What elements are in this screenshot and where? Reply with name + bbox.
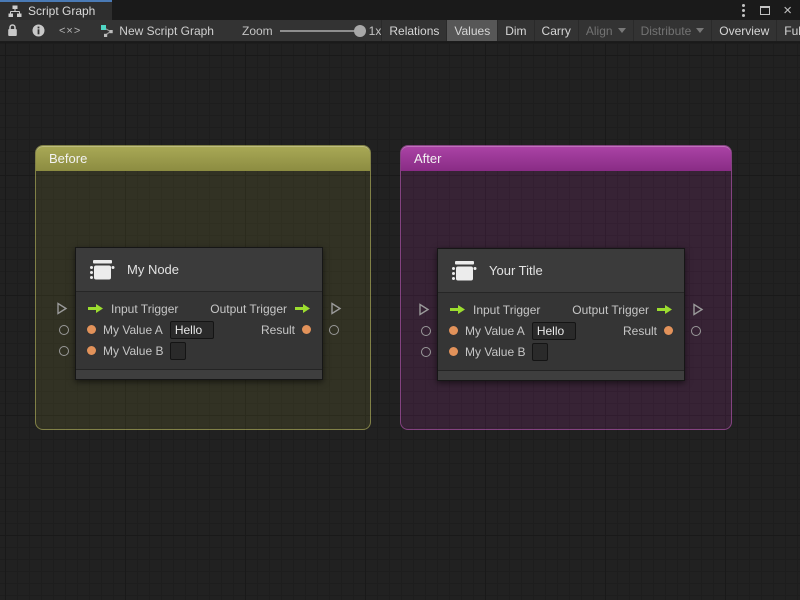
port-output-trigger[interactable]: Output Trigger bbox=[210, 302, 311, 316]
port-output-trigger[interactable]: Output Trigger bbox=[572, 303, 673, 317]
node-header[interactable]: Your Title bbox=[438, 249, 684, 293]
port-label: My Value B bbox=[465, 345, 525, 359]
value-a-input[interactable] bbox=[170, 321, 214, 339]
canvas-trigger-port-icon[interactable] bbox=[418, 303, 430, 316]
chevron-down-icon bbox=[696, 28, 704, 33]
zoom-slider-handle[interactable] bbox=[354, 25, 366, 37]
node-box[interactable]: Your Title Input Trigger Output Trigger bbox=[437, 248, 685, 381]
node-ports: Input Trigger Output Trigger My Valu bbox=[438, 293, 684, 370]
canvas-value-port-icon[interactable] bbox=[59, 325, 69, 335]
port-my-value-b[interactable]: My Value B bbox=[449, 343, 548, 361]
info-icon bbox=[32, 24, 45, 37]
dim-button[interactable]: Dim bbox=[497, 20, 533, 41]
graph-hierarchy-icon bbox=[8, 5, 22, 18]
script-graph-window: Script Graph × <×> bbox=[0, 0, 800, 600]
graph-canvas[interactable]: Before After My Nod bbox=[0, 43, 800, 600]
node-header[interactable]: My Node bbox=[76, 248, 322, 292]
tab-bar: Script Graph × bbox=[0, 0, 800, 20]
value-port-icon bbox=[87, 346, 96, 355]
port-label: Input Trigger bbox=[111, 302, 178, 316]
align-dropdown[interactable]: Align bbox=[578, 20, 633, 41]
window-controls: × bbox=[740, 0, 792, 20]
trigger-arrow-icon bbox=[87, 303, 104, 314]
value-port-icon bbox=[87, 325, 96, 334]
canvas-trigger-port-icon[interactable] bbox=[56, 302, 68, 315]
relations-button[interactable]: Relations bbox=[381, 20, 446, 41]
node-your-title[interactable]: Your Title Input Trigger Output Trigger bbox=[437, 248, 685, 381]
info-button[interactable] bbox=[25, 20, 52, 41]
unit-node-icon bbox=[88, 258, 116, 282]
port-label: Output Trigger bbox=[210, 302, 287, 316]
maximize-icon[interactable] bbox=[760, 6, 770, 15]
port-result[interactable]: Result bbox=[261, 323, 311, 337]
script-graph-icon bbox=[100, 24, 114, 38]
value-port-icon bbox=[449, 326, 458, 335]
tab-title: Script Graph bbox=[28, 4, 95, 18]
canvas-value-port-icon[interactable] bbox=[59, 346, 69, 356]
node-title: Your Title bbox=[489, 263, 543, 278]
graph-breadcrumb[interactable]: New Script Graph bbox=[100, 20, 214, 41]
canvas-value-port-icon[interactable] bbox=[329, 325, 339, 335]
tab-script-graph[interactable]: Script Graph bbox=[0, 0, 112, 20]
port-label: My Value B bbox=[103, 344, 163, 358]
align-label: Align bbox=[586, 24, 613, 38]
port-label: Input Trigger bbox=[473, 303, 540, 317]
port-input-trigger[interactable]: Input Trigger bbox=[449, 303, 540, 317]
node-my-node[interactable]: My Node Input Trigger Output Trigger bbox=[75, 247, 323, 380]
lock-button[interactable] bbox=[0, 20, 25, 41]
canvas-trigger-port-icon[interactable] bbox=[330, 302, 342, 315]
trigger-arrow-icon bbox=[656, 304, 673, 315]
value-port-icon bbox=[302, 325, 311, 334]
trigger-arrow-icon bbox=[294, 303, 311, 314]
lock-icon bbox=[7, 24, 18, 37]
value-port-icon bbox=[664, 326, 673, 335]
group-before-header[interactable]: Before bbox=[36, 146, 370, 171]
values-button[interactable]: Values bbox=[446, 20, 497, 41]
canvas-value-port-icon[interactable] bbox=[421, 326, 431, 336]
trigger-arrow-icon bbox=[449, 304, 466, 315]
group-title: After bbox=[414, 151, 441, 166]
group-title: Before bbox=[49, 151, 87, 166]
canvas-value-port-icon[interactable] bbox=[421, 347, 431, 357]
port-input-trigger[interactable]: Input Trigger bbox=[87, 302, 178, 316]
overview-button[interactable]: Overview bbox=[711, 20, 776, 41]
unit-node-icon bbox=[450, 259, 478, 283]
port-label: My Value A bbox=[103, 323, 163, 337]
node-title: My Node bbox=[127, 262, 179, 277]
zoom-slider[interactable] bbox=[280, 30, 362, 32]
group-after-header[interactable]: After bbox=[401, 146, 731, 171]
port-my-value-a[interactable]: My Value A bbox=[87, 321, 214, 339]
toolbar-toggles: Relations Values Dim Carry Align Distrib… bbox=[381, 20, 800, 41]
port-label: Result bbox=[261, 323, 295, 337]
zoom-control: Zoom 1x bbox=[242, 20, 381, 41]
chevron-down-icon bbox=[618, 28, 626, 33]
port-my-value-a[interactable]: My Value A bbox=[449, 322, 576, 340]
graph-name: New Script Graph bbox=[119, 24, 214, 38]
distribute-dropdown[interactable]: Distribute bbox=[633, 20, 712, 41]
graph-toolbar: <×> New Script Graph Zoom 1x Relations V… bbox=[0, 20, 800, 42]
port-my-value-b[interactable]: My Value B bbox=[87, 342, 186, 360]
node-ports: Input Trigger Output Trigger My Valu bbox=[76, 292, 322, 369]
value-b-input[interactable] bbox=[532, 343, 548, 361]
kebab-menu-icon[interactable] bbox=[742, 9, 745, 12]
port-label: My Value A bbox=[465, 324, 525, 338]
node-footer bbox=[438, 370, 684, 380]
canvas-value-port-icon[interactable] bbox=[691, 326, 701, 336]
code-view-button[interactable]: <×> bbox=[52, 20, 88, 41]
carry-button[interactable]: Carry bbox=[534, 20, 578, 41]
value-port-icon bbox=[449, 347, 458, 356]
distribute-label: Distribute bbox=[641, 24, 692, 38]
value-b-input[interactable] bbox=[170, 342, 186, 360]
zoom-label: Zoom bbox=[242, 24, 273, 38]
value-a-input[interactable] bbox=[532, 322, 576, 340]
fullscreen-button[interactable]: Full Scr bbox=[776, 20, 800, 41]
port-label: Output Trigger bbox=[572, 303, 649, 317]
port-label: Result bbox=[623, 324, 657, 338]
close-icon[interactable]: × bbox=[783, 3, 792, 18]
canvas-trigger-port-icon[interactable] bbox=[692, 303, 704, 316]
node-footer bbox=[76, 369, 322, 379]
zoom-value: 1x bbox=[369, 24, 382, 38]
port-result[interactable]: Result bbox=[623, 324, 673, 338]
node-box[interactable]: My Node Input Trigger Output Trigger bbox=[75, 247, 323, 380]
